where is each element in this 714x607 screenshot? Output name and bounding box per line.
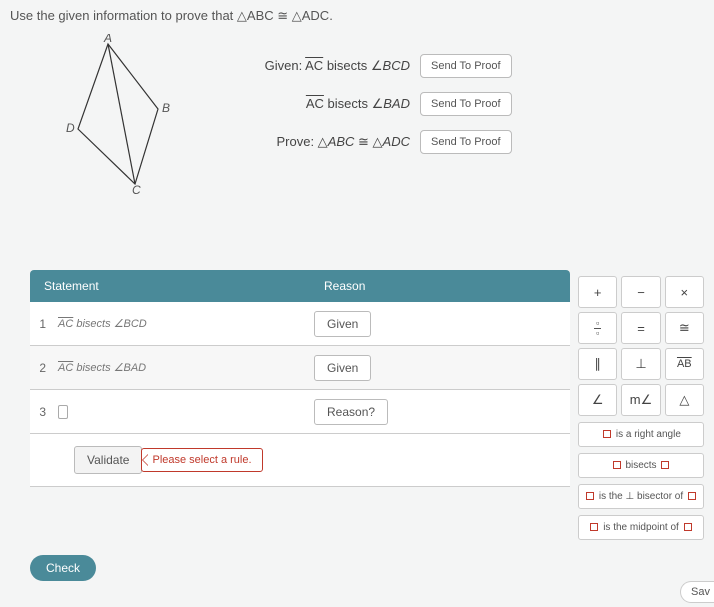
pal-minus[interactable]: − (621, 276, 660, 308)
pal-perp[interactable]: ⊥ (621, 348, 660, 380)
validate-row: Validate Please select a rule. (30, 434, 570, 487)
pal-times[interactable]: × (665, 276, 704, 308)
pal-congruent[interactable]: ≅ (665, 312, 704, 344)
problem-prompt: Use the given information to prove that … (0, 0, 714, 24)
error-tag: Please select a rule. (141, 448, 262, 472)
statement-cell[interactable]: AC bisects ∠BAD (52, 355, 304, 380)
send-to-proof-1[interactable]: Send To Proof (420, 54, 512, 78)
pal-parallel[interactable]: ∥ (578, 348, 617, 380)
given-info: Given: AC bisects ∠BCD Send To Proof AC … (240, 34, 512, 168)
proof-header: Statement Reason (30, 270, 570, 302)
check-button[interactable]: Check (30, 555, 96, 581)
header-reason: Reason (310, 270, 570, 302)
reason-cell-1[interactable]: Given (314, 311, 371, 337)
geometry-diagram: A B C D (60, 34, 210, 194)
vertex-b: B (162, 101, 170, 115)
statement-cell-empty[interactable] (52, 399, 304, 425)
pal-angle[interactable]: ∠ (578, 384, 617, 416)
send-to-proof-2[interactable]: Send To Proof (420, 92, 512, 116)
row-num: 3 (30, 405, 52, 419)
validate-button[interactable]: Validate (74, 446, 142, 474)
proof-table: Statement Reason 1 AC bisects ∠BCD Given… (30, 270, 570, 487)
proof-row-1: 1 AC bisects ∠BCD Given (30, 302, 570, 346)
given-row-3: Prove: △ABC ≅ △ADC Send To Proof (240, 130, 512, 154)
vertex-d: D (66, 121, 75, 135)
pal-bisects[interactable]: bisects (578, 453, 704, 478)
save-tab[interactable]: Sav (680, 581, 714, 603)
given-label-1: Given: AC bisects ∠BCD (240, 58, 410, 74)
symbol-palette: + − × ▫▫ = ≅ ∥ ⊥ AB ∠ m∠ △ is a right an… (578, 276, 704, 546)
given-row-2: AC bisects ∠BAD Send To Proof (240, 92, 512, 116)
empty-slot-icon (58, 405, 68, 419)
proof-row-3: 3 Reason? (30, 390, 570, 434)
pal-segment[interactable]: AB (665, 348, 704, 380)
given-label-2: AC bisects ∠BAD (240, 96, 410, 112)
pal-fraction[interactable]: ▫▫ (578, 312, 617, 344)
row-num: 1 (30, 317, 52, 331)
pal-triangle[interactable]: △ (665, 384, 704, 416)
pal-midpoint[interactable]: is the midpoint of (578, 515, 704, 540)
given-row-1: Given: AC bisects ∠BCD Send To Proof (240, 54, 512, 78)
vertex-c: C (132, 183, 141, 194)
pal-perp-bisector[interactable]: is the ⊥ bisector of (578, 484, 704, 509)
top-area: A B C D Given: AC bisects ∠BCD Send To P… (0, 24, 714, 204)
send-to-proof-3[interactable]: Send To Proof (420, 130, 512, 154)
row-num: 2 (30, 361, 52, 375)
prove-label: Prove: △ABC ≅ △ADC (240, 134, 410, 150)
reason-cell-2[interactable]: Given (314, 355, 371, 381)
vertex-a: A (103, 34, 112, 45)
header-statement: Statement (30, 270, 310, 302)
proof-row-2: 2 AC bisects ∠BAD Given (30, 346, 570, 390)
statement-cell[interactable]: AC bisects ∠BCD (52, 311, 304, 336)
pal-right-angle[interactable]: is a right angle (578, 422, 704, 447)
pal-equals[interactable]: = (621, 312, 660, 344)
pal-mangle[interactable]: m∠ (621, 384, 660, 416)
reason-cell-3[interactable]: Reason? (314, 399, 388, 425)
pal-plus[interactable]: + (578, 276, 617, 308)
